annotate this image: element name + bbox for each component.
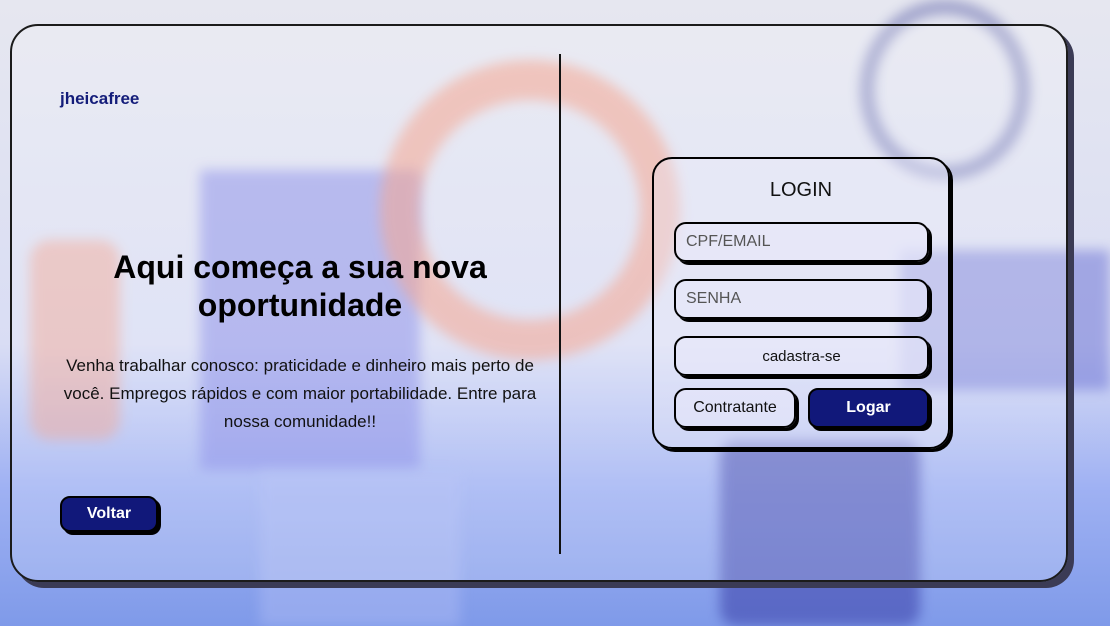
cpf-email-input[interactable] (674, 222, 929, 262)
back-button[interactable]: Voltar (60, 496, 158, 532)
contractor-button[interactable]: Contratante (674, 388, 796, 428)
hero-headline: Aqui começa a sua nova oportunidade (113, 249, 487, 323)
login-submit-button[interactable]: Logar (808, 388, 929, 428)
hero-text: Venha trabalhar conosco: praticidade e d… (63, 356, 537, 431)
register-button[interactable]: cadastra-se (674, 336, 929, 376)
vertical-divider (559, 54, 561, 554)
password-input[interactable] (674, 279, 929, 319)
login-title: LOGIN (769, 179, 833, 201)
brand-logo: jheicafree (60, 89, 140, 108)
login-panel: LOGIN cadastra-se Contratante Logar (652, 157, 950, 449)
